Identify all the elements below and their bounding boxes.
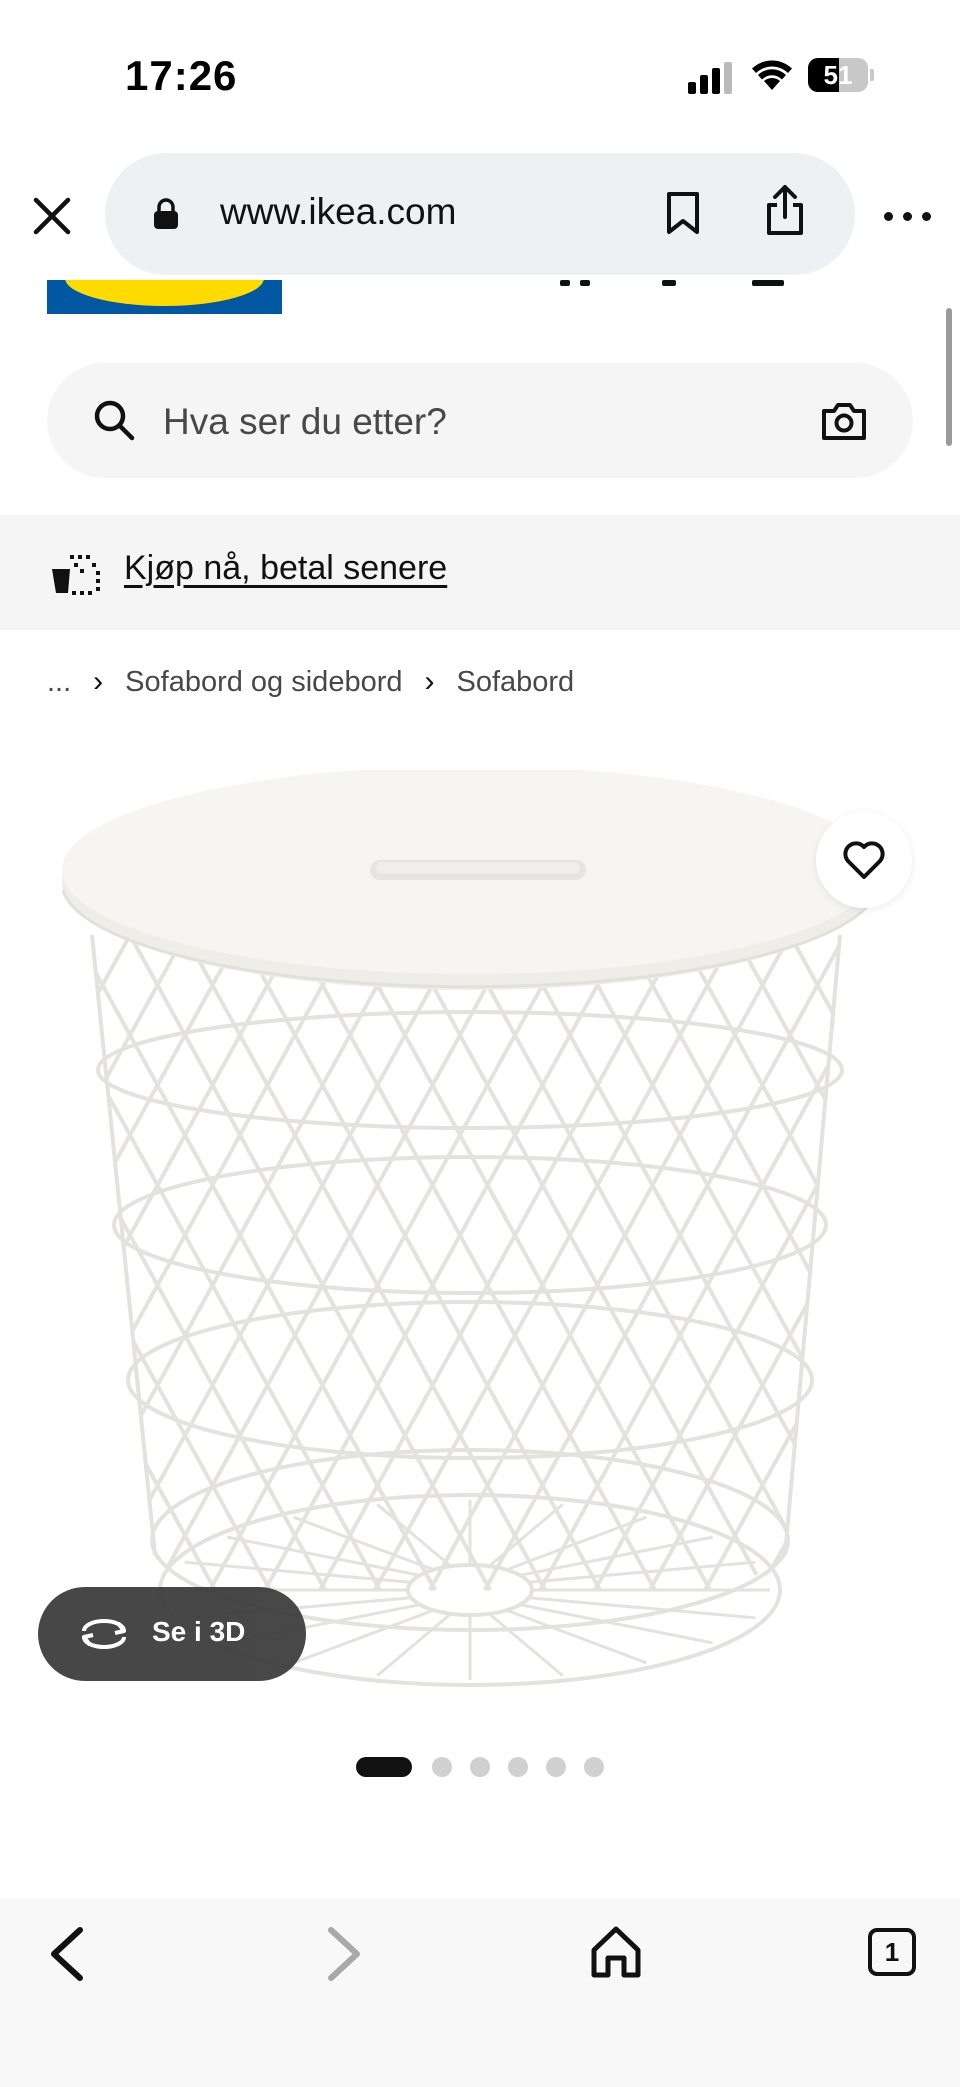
back-icon[interactable] [44,1926,96,1982]
breadcrumb: ... › Sofabord og sidebord › Sofabord [47,662,574,702]
pager-dot[interactable] [584,1757,604,1777]
basket-spoke [488,1612,564,1677]
close-icon[interactable] [28,192,76,240]
pager-dot[interactable] [508,1757,528,1777]
breadcrumb-item-sofabord-og-sidebord[interactable]: Sofabord og sidebord [125,666,402,699]
header-icon-remnant [752,280,784,286]
home-icon[interactable] [588,1924,644,1980]
search-input[interactable]: Hva ser du etter? [47,363,913,478]
breadcrumb-separator: › [93,665,104,698]
breadcrumb-item-sofabord[interactable]: Sofabord [456,666,574,699]
image-pager [0,1757,960,1777]
product-image[interactable] [60,770,900,1710]
forward-icon[interactable] [315,1926,367,1982]
header-icon-remnant [560,280,570,286]
tabs-button[interactable]: 1 [868,1928,916,1976]
search-icon [94,400,135,441]
pager-dot[interactable] [432,1757,452,1777]
camera-icon[interactable] [821,401,867,441]
payment-later-icon [52,555,100,595]
ikea-logo[interactable] [47,280,282,314]
status-bar: 17:26 51 [0,0,960,150]
view-in-3d-label: Se i 3D [152,1616,246,1647]
url-text[interactable]: www.ikea.com [220,191,456,233]
promo-link[interactable]: Kjøp nå, betal senere [124,549,447,588]
promo-banner[interactable]: Kjøp nå, betal senere [0,515,960,630]
heart-icon [843,841,885,879]
basket-spoke [376,1612,452,1677]
more-options-icon[interactable] [884,210,932,224]
header-icon-remnant [580,280,590,286]
breadcrumb-separator: › [424,665,435,698]
browser-toolbar: www.ikea.com [0,150,960,280]
breadcrumb-ellipsis[interactable]: ... [47,666,71,699]
address-bar[interactable]: www.ikea.com [105,153,855,275]
favorite-button[interactable] [816,812,912,908]
bookmark-icon[interactable] [665,191,701,235]
pager-dot[interactable] [546,1757,566,1777]
battery-indicator: 51 [808,58,874,92]
battery-percent: 51 [823,60,853,90]
view-in-3d-button[interactable]: Se i 3D [38,1587,306,1681]
browser-bottom-toolbar: 1 [0,1898,960,2087]
signal-icon [688,62,732,94]
search-placeholder: Hva ser du etter? [163,401,447,442]
pager-dot[interactable] [470,1757,490,1777]
basket-spoke [376,1503,452,1568]
status-time: 17:26 [125,52,238,99]
scroll-indicator [946,308,952,446]
lock-icon [154,198,178,229]
share-icon[interactable] [765,183,805,237]
wifi-icon [752,60,792,90]
header-icon-remnant [662,280,676,286]
pager-dot-active[interactable] [356,1757,412,1777]
rotate-3d-icon [82,1619,126,1649]
